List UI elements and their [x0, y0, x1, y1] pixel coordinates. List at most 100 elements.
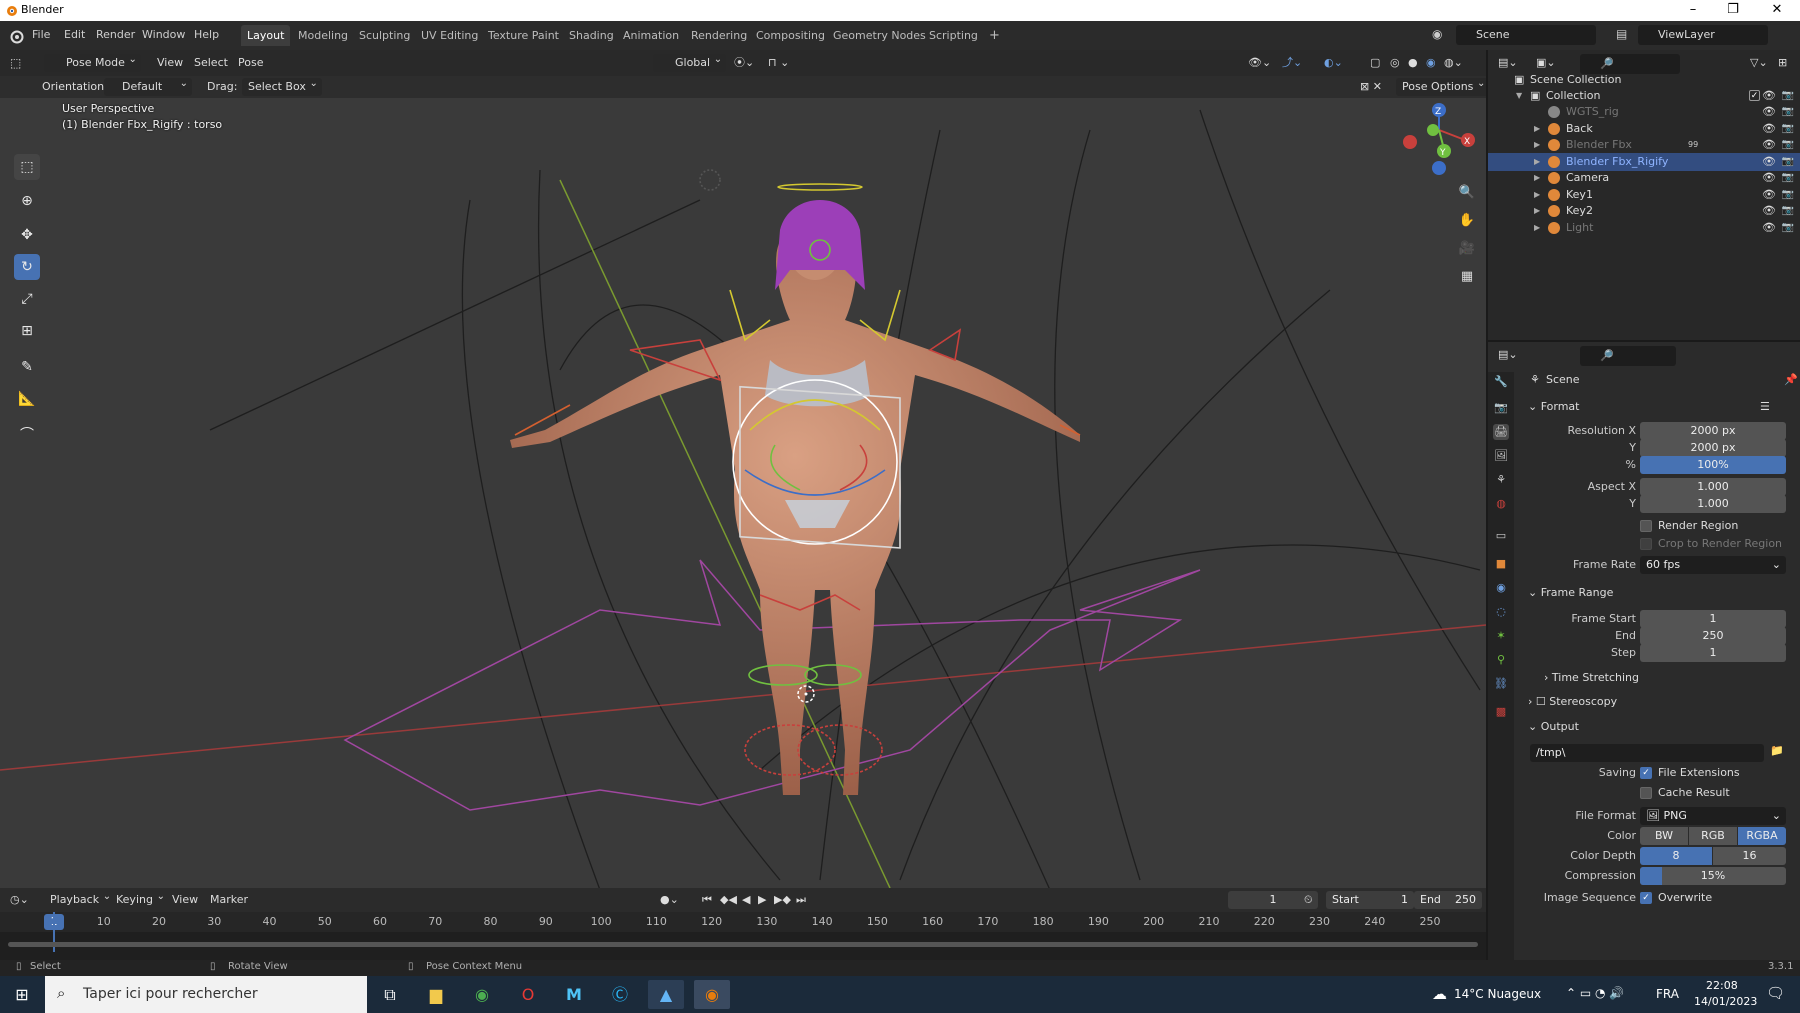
- tab-sculpting[interactable]: Sculpting: [353, 25, 416, 46]
- output-panel-header[interactable]: ⌄ Output: [1528, 720, 1579, 733]
- measure-tool-icon[interactable]: 📐: [14, 386, 40, 412]
- outliner-filter-icon[interactable]: ▽⌄: [1750, 54, 1768, 72]
- expand-arrow-icon[interactable]: ▶: [1534, 202, 1540, 220]
- shading-rendered-icon[interactable]: ◍⌄: [1444, 54, 1463, 72]
- frame-start-field[interactable]: 1: [1640, 610, 1786, 628]
- chrome-icon[interactable]: ◉: [464, 980, 500, 1009]
- folder-browse-icon[interactable]: 📁: [1770, 744, 1784, 757]
- shading-solid-icon[interactable]: ●: [1408, 54, 1418, 72]
- bone-tab-icon[interactable]: ⚲: [1493, 652, 1509, 668]
- play-reverse-icon[interactable]: ◀: [742, 891, 750, 909]
- outliner-item[interactable]: ▶ Light 👁 📷: [1488, 219, 1800, 237]
- clock-time[interactable]: 22:08: [1706, 979, 1738, 992]
- visibility-eye-icon[interactable]: 👁: [1762, 136, 1776, 154]
- tab-shading[interactable]: Shading: [563, 25, 620, 46]
- overlay-icon[interactable]: ◐⌄: [1324, 54, 1343, 72]
- color-depth-16-button[interactable]: 16: [1713, 847, 1786, 865]
- play-icon[interactable]: ▶: [758, 891, 766, 909]
- file-format-dropdown[interactable]: 🖼 PNG ⌄: [1640, 807, 1786, 825]
- editor-type-icon[interactable]: ⬚: [10, 54, 21, 72]
- view-layer-tab-icon[interactable]: 🖼: [1493, 448, 1509, 464]
- timeline-scrollbar[interactable]: [8, 942, 1478, 947]
- viewport-menu-select[interactable]: Select: [194, 54, 228, 72]
- end-frame-field[interactable]: End 250: [1414, 891, 1482, 909]
- visibility-eye-icon[interactable]: 👁: [1762, 186, 1776, 204]
- file-explorer-icon[interactable]: ▆: [418, 980, 454, 1009]
- viewlayer-icon[interactable]: ▤: [1616, 27, 1627, 41]
- outliner-item[interactable]: ▶ Key2 👁 📷: [1488, 202, 1800, 220]
- scene-tab-icon[interactable]: ⚘: [1493, 472, 1509, 488]
- viewport-menu-view[interactable]: View: [157, 54, 183, 72]
- next-key-icon[interactable]: ▶◆: [774, 891, 791, 909]
- viewlayer-field[interactable]: ViewLayer: [1638, 25, 1768, 45]
- properties-editor-type-icon[interactable]: ▤⌄: [1498, 346, 1518, 364]
- compression-slider[interactable]: 15%: [1640, 867, 1786, 885]
- mirror-icon[interactable]: ⊠ ✕: [1360, 78, 1382, 96]
- move-tool-icon[interactable]: ✥: [14, 222, 40, 248]
- visibility-eye-icon[interactable]: 👁: [1762, 120, 1776, 138]
- expand-arrow-icon[interactable]: ▶: [1534, 120, 1540, 138]
- windows-start-icon[interactable]: ⊞: [4, 980, 40, 1009]
- tab-scripting[interactable]: Scripting: [923, 25, 984, 46]
- tab-geometry-nodes[interactable]: Geometry Nodes: [827, 25, 932, 46]
- render-camera-icon[interactable]: 📷: [1782, 186, 1794, 204]
- c-app-icon[interactable]: Ⓒ: [602, 980, 638, 1009]
- aspect-x-field[interactable]: 1.000: [1640, 478, 1786, 496]
- render-tab-icon[interactable]: 📷: [1493, 400, 1509, 416]
- color-bw-button[interactable]: BW: [1640, 827, 1688, 845]
- blender-menu-icon[interactable]: [8, 28, 24, 44]
- transform-orientation-dropdown[interactable]: Global: [653, 51, 727, 72]
- visibility-eye-icon[interactable]: 👁: [1762, 153, 1776, 171]
- photos-icon[interactable]: ▲: [648, 980, 684, 1009]
- expand-arrow-icon[interactable]: ▶: [1534, 169, 1540, 187]
- output-tab-icon[interactable]: 🖨: [1493, 424, 1509, 440]
- visibility-icon[interactable]: 👁⌄: [1248, 54, 1271, 72]
- 3d-viewport[interactable]: Z X Y ⬚ Pose Mode View Select Pose Globa…: [0, 50, 1486, 888]
- format-panel-header[interactable]: ⌄ Format: [1528, 400, 1579, 413]
- shading-wireframe-icon[interactable]: ◎: [1390, 54, 1400, 72]
- frame-step-field[interactable]: 1: [1640, 644, 1786, 662]
- expand-arrow-icon[interactable]: ▶: [1534, 186, 1540, 204]
- stereoscopy-panel-header[interactable]: › ☐ Stereoscopy: [1528, 695, 1617, 708]
- tab-uv-editing[interactable]: UV Editing: [415, 25, 484, 46]
- tab-texture-paint[interactable]: Texture Paint: [482, 25, 565, 46]
- tool-tab-icon[interactable]: 🔧: [1493, 374, 1509, 390]
- xray-icon[interactable]: ▢: [1370, 54, 1380, 72]
- menu-render[interactable]: Render: [96, 28, 135, 41]
- visibility-eye-icon[interactable]: 👁: [1762, 169, 1776, 187]
- tab-layout[interactable]: Layout: [241, 25, 291, 46]
- outliner-item[interactable]: ▶ Blender Fbx 👁 📷 99: [1488, 136, 1800, 154]
- new-collection-icon[interactable]: ⊞: [1778, 54, 1787, 72]
- frame-rate-dropdown[interactable]: 60 fps ⌄: [1640, 556, 1786, 574]
- outliner-item[interactable]: ▶ Key1 👁 📷: [1488, 186, 1800, 204]
- clock-date[interactable]: 14/01/2023: [1694, 995, 1757, 1008]
- visibility-eye-icon[interactable]: 👁: [1762, 103, 1776, 121]
- menu-help[interactable]: Help: [194, 28, 219, 41]
- timeline-track[interactable]: [0, 912, 1486, 960]
- navigation-gizmo[interactable]: Z X Y: [1403, 103, 1475, 175]
- expand-arrow-icon[interactable]: ▶: [1534, 219, 1540, 237]
- color-depth-8-button[interactable]: 8: [1640, 847, 1712, 865]
- cache-result-checkbox[interactable]: [1640, 787, 1652, 799]
- viewport-scene[interactable]: Z X Y: [0, 50, 1486, 888]
- texture-tab-icon[interactable]: ▩: [1493, 704, 1509, 720]
- language-indicator[interactable]: FRA: [1656, 987, 1679, 1001]
- start-frame-field[interactable]: Start 1: [1326, 891, 1414, 909]
- render-camera-icon[interactable]: 📷: [1782, 202, 1794, 220]
- blender-taskbar-icon[interactable]: ◉: [694, 980, 730, 1009]
- pan-view-icon[interactable]: ✋: [1456, 210, 1478, 232]
- expand-arrow-icon[interactable]: ▶: [1534, 136, 1540, 154]
- keying-menu[interactable]: Keying: [110, 888, 169, 909]
- properties-search[interactable]: 🔎: [1580, 346, 1676, 366]
- taskbar-search[interactable]: ⌕ Taper ici pour rechercher: [45, 976, 367, 1013]
- jump-end-icon[interactable]: ⏭: [796, 891, 806, 909]
- render-camera-icon[interactable]: 📷: [1782, 120, 1794, 138]
- menu-edit[interactable]: Edit: [64, 28, 85, 41]
- render-camera-icon[interactable]: 📷: [1782, 219, 1794, 237]
- timeline-editor-type-icon[interactable]: ◷⌄: [10, 891, 29, 909]
- character-model[interactable]: [510, 200, 1080, 795]
- file-extensions-checkbox[interactable]: ✓: [1640, 767, 1652, 779]
- record-icon[interactable]: ●⌄: [660, 891, 679, 909]
- visibility-eye-icon[interactable]: 👁: [1762, 202, 1776, 220]
- menu-file[interactable]: File: [32, 28, 50, 41]
